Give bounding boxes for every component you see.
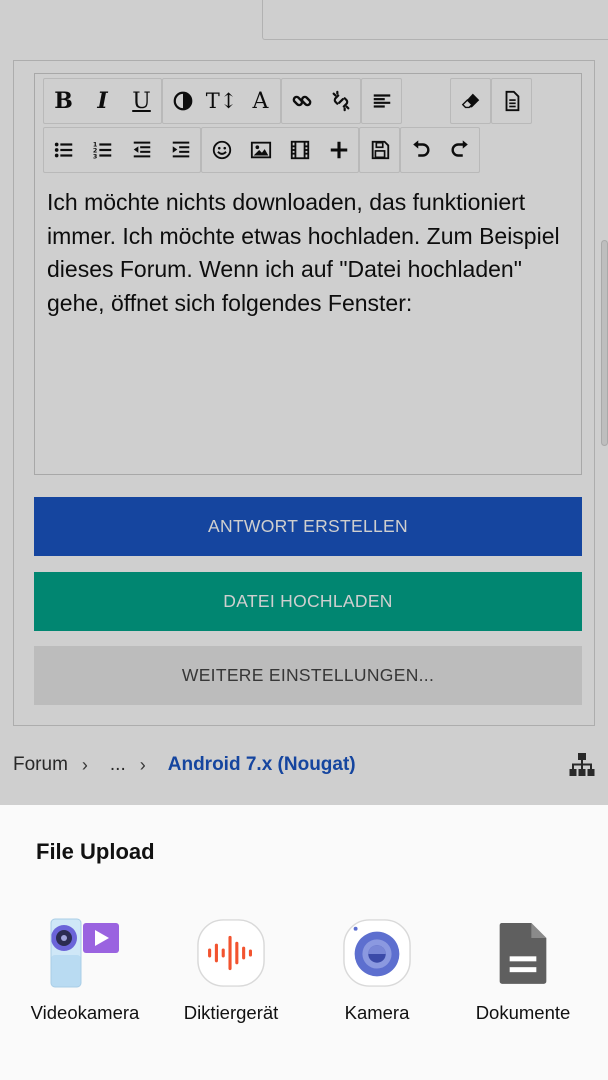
app-label: Diktiergerät bbox=[183, 1002, 279, 1023]
camera-app-icon bbox=[341, 915, 413, 991]
app-kamera[interactable]: Kamera bbox=[312, 915, 442, 1024]
video-camera-app-icon bbox=[49, 915, 121, 991]
app-label: Dokumente bbox=[475, 1002, 571, 1023]
voice-recorder-app-icon bbox=[195, 915, 267, 991]
app-label: Kamera bbox=[344, 1002, 410, 1023]
sheet-title: File Upload bbox=[36, 839, 155, 864]
app-videokamera[interactable]: Videokamera bbox=[20, 915, 150, 1024]
app-label: Videokamera bbox=[30, 1002, 140, 1023]
file-upload-sheet: File Upload Videokamera Diktiergerät Kam… bbox=[0, 805, 608, 1080]
documents-app-icon bbox=[487, 915, 559, 991]
app-dokumente[interactable]: Dokumente bbox=[458, 915, 588, 1024]
app-diktiergeraet[interactable]: Diktiergerät bbox=[166, 915, 296, 1024]
modal-scrim[interactable] bbox=[0, 0, 608, 805]
